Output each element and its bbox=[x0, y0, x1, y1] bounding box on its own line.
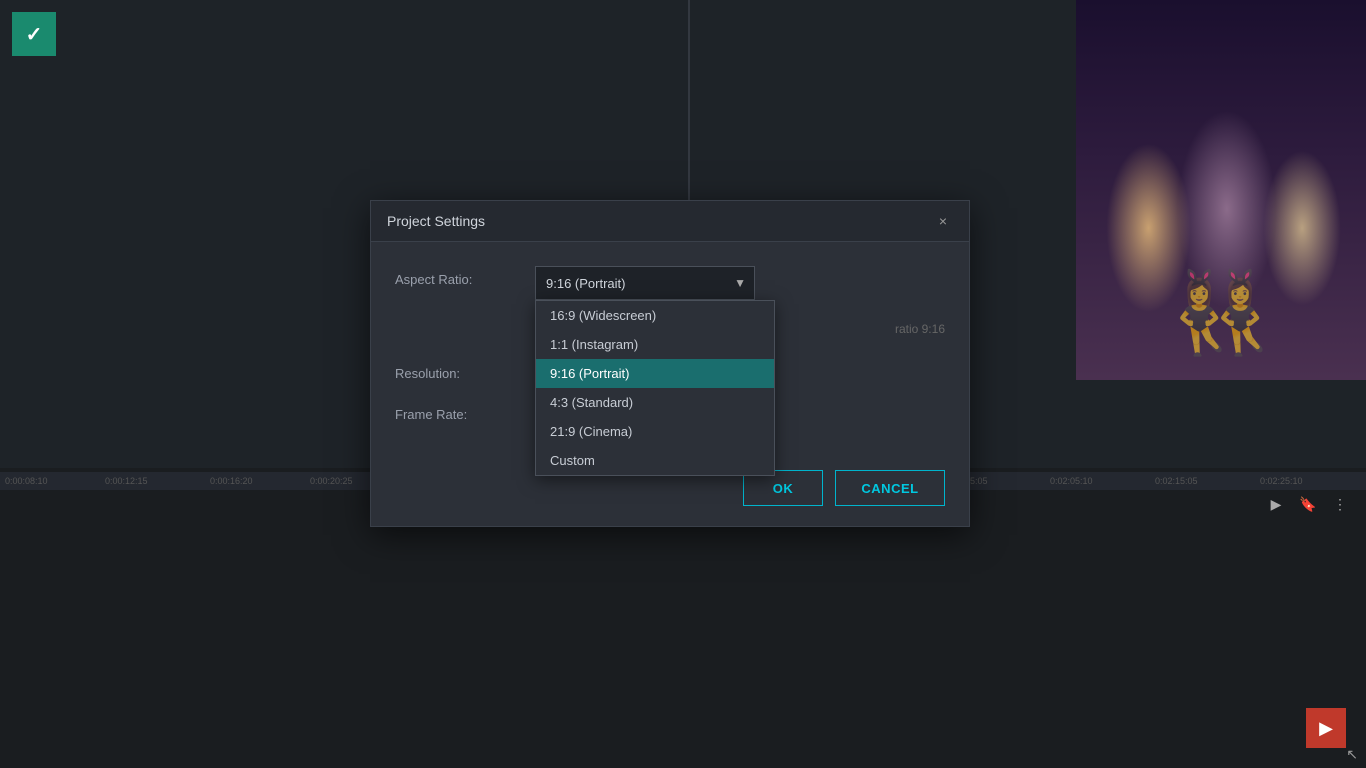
frame-rate-label: Frame Rate: bbox=[395, 401, 535, 422]
aspect-ratio-select-display[interactable]: 9:16 (Portrait) ▼ bbox=[535, 266, 755, 300]
option-instagram[interactable]: 1:1 (Instagram) bbox=[536, 330, 774, 359]
project-settings-dialog: Project Settings × Aspect Ratio: 9:16 (P… bbox=[370, 200, 970, 527]
dialog-title: Project Settings bbox=[387, 213, 485, 229]
option-widescreen[interactable]: 16:9 (Widescreen) bbox=[536, 301, 774, 330]
cursor-icon: ↖ bbox=[1346, 746, 1358, 763]
tick-3: 0:00:16:20 bbox=[210, 476, 253, 486]
tick-12: 0:02:15:05 bbox=[1155, 476, 1198, 486]
play-icon: ▶ bbox=[1271, 496, 1282, 513]
dialog-body: Aspect Ratio: 9:16 (Portrait) ▼ 16:9 (Wi… bbox=[371, 242, 969, 458]
option-standard[interactable]: 4:3 (Standard) bbox=[536, 388, 774, 417]
aspect-ratio-selected-value: 9:16 (Portrait) bbox=[546, 276, 625, 291]
watermark-badge: ▶ bbox=[1306, 708, 1346, 748]
tick-2: 0:00:12:15 bbox=[105, 476, 148, 486]
tick-4: 0:00:20:25 bbox=[310, 476, 353, 486]
dialog-close-button[interactable]: × bbox=[933, 211, 953, 231]
resolution-label: Resolution: bbox=[395, 360, 535, 381]
select-dropdown-arrow: ▼ bbox=[734, 276, 746, 290]
tick-13: 0:02:25:10 bbox=[1260, 476, 1303, 486]
more-icon: ⋮ bbox=[1333, 496, 1347, 513]
more-options-button[interactable]: ⋮ bbox=[1328, 492, 1352, 516]
option-cinema[interactable]: 21:9 (Cinema) bbox=[536, 417, 774, 446]
tick-1: 0:00:08:10 bbox=[5, 476, 48, 486]
aspect-ratio-control: 9:16 (Portrait) ▼ 16:9 (Widescreen) 1:1 … bbox=[535, 266, 945, 300]
preview-image bbox=[1076, 0, 1366, 380]
aspect-ratio-row: Aspect Ratio: 9:16 (Portrait) ▼ 16:9 (Wi… bbox=[395, 266, 945, 300]
bookmark-button[interactable]: 🔖 bbox=[1296, 492, 1320, 516]
cancel-button[interactable]: CANCEL bbox=[835, 470, 945, 506]
resolution-hint: ratio 9:16 bbox=[895, 322, 945, 336]
option-portrait[interactable]: 9:16 (Portrait) bbox=[536, 359, 774, 388]
dialog-titlebar: Project Settings × bbox=[371, 201, 969, 242]
play-button[interactable]: ▶ bbox=[1264, 492, 1288, 516]
aspect-ratio-dropdown: 16:9 (Widescreen) 1:1 (Instagram) 9:16 (… bbox=[535, 300, 775, 476]
aspect-ratio-select-wrapper: 9:16 (Portrait) ▼ 16:9 (Widescreen) 1:1 … bbox=[535, 266, 755, 300]
preview-panel bbox=[1076, 0, 1366, 380]
bookmark-icon: 🔖 bbox=[1299, 496, 1316, 513]
checkmark-icon: ✓ bbox=[26, 22, 43, 47]
timeline-toolbar: ▶ 🔖 ⋮ bbox=[1260, 488, 1356, 520]
checkmark-indicator: ✓ bbox=[12, 12, 56, 56]
tick-11: 0:02:05:10 bbox=[1050, 476, 1093, 486]
aspect-ratio-label: Aspect Ratio: bbox=[395, 266, 535, 287]
watermark-icon: ▶ bbox=[1319, 718, 1333, 739]
option-custom[interactable]: Custom bbox=[536, 446, 774, 475]
